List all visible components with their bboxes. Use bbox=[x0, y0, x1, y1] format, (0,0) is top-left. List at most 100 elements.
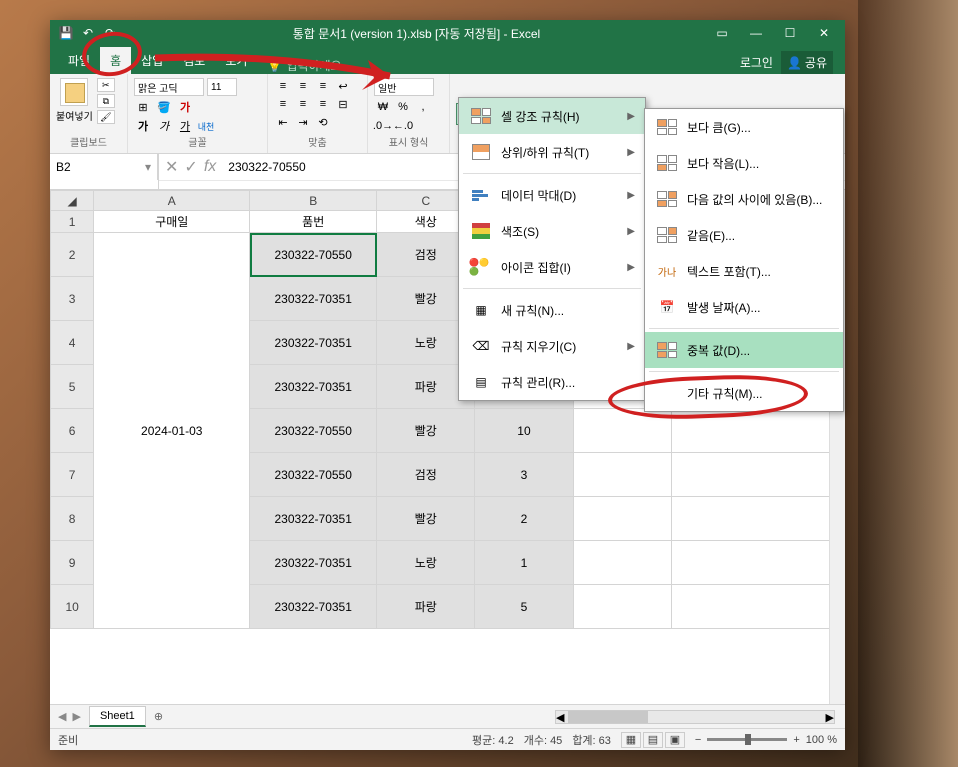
cell[interactable]: 2 bbox=[475, 497, 573, 541]
cut-icon[interactable]: ✂ bbox=[97, 78, 115, 92]
align-right-icon[interactable]: ≡ bbox=[314, 96, 332, 112]
view-normal-icon[interactable]: ▦ bbox=[621, 732, 641, 748]
cell[interactable]: 빨강 bbox=[377, 497, 475, 541]
zoom-in-icon[interactable]: + bbox=[793, 734, 799, 746]
menu-greater-than[interactable]: 보다 큼(G)... bbox=[645, 109, 843, 145]
cell[interactable]: 품번 bbox=[250, 211, 377, 233]
border-icon[interactable]: ⊞ bbox=[134, 99, 152, 115]
menu-icon-sets[interactable]: 🔴🟡🟢 아이콘 집합(I)▶ bbox=[459, 249, 645, 285]
menu-less-than[interactable]: 보다 작음(L)... bbox=[645, 145, 843, 181]
indent-inc-icon[interactable]: ⇥ bbox=[294, 114, 312, 130]
minimize-icon[interactable]: — bbox=[741, 23, 771, 43]
add-sheet-button[interactable]: ⊕ bbox=[146, 710, 171, 723]
align-center-icon[interactable]: ≡ bbox=[294, 96, 312, 112]
align-middle-icon[interactable]: ≡ bbox=[294, 78, 312, 94]
menu-more-rules[interactable]: 기타 규칙(M)... bbox=[645, 375, 843, 411]
cell[interactable]: 230322-70550 bbox=[250, 409, 377, 453]
fx-icon[interactable]: fx bbox=[204, 158, 216, 176]
format-painter-icon[interactable]: 🖌 bbox=[97, 110, 115, 124]
cell[interactable] bbox=[671, 541, 844, 585]
cell[interactable]: 10 bbox=[475, 409, 573, 453]
redo-icon[interactable]: ↷ bbox=[102, 25, 118, 41]
menu-duplicate-values[interactable]: 중복 값(D)... bbox=[645, 332, 843, 368]
wrap-text-icon[interactable]: ↩ bbox=[334, 78, 352, 94]
ribbon-options-icon[interactable]: ▭ bbox=[707, 23, 737, 43]
menu-between[interactable]: 다음 값의 사이에 있음(B)... bbox=[645, 181, 843, 217]
row-header[interactable]: 10 bbox=[51, 585, 94, 629]
cell-B2[interactable]: 230322-70550 bbox=[250, 233, 377, 277]
cell-merged-date[interactable]: 2024-01-03 bbox=[94, 233, 250, 629]
font-name-combo[interactable]: 맑은 고딕 bbox=[134, 78, 204, 96]
number-format-combo[interactable]: 일반 bbox=[374, 78, 434, 96]
tell-me[interactable]: 💡 입력하세요... bbox=[257, 57, 739, 74]
bold-button[interactable]: 가 bbox=[134, 118, 152, 134]
undo-icon[interactable]: ↶ bbox=[80, 25, 96, 41]
cell[interactable]: 230322-70351 bbox=[250, 365, 377, 409]
col-header-B[interactable]: B bbox=[250, 191, 377, 211]
col-header-A[interactable]: A bbox=[94, 191, 250, 211]
select-all-corner[interactable]: ◢ bbox=[51, 191, 94, 211]
zoom-slider[interactable] bbox=[707, 738, 787, 741]
menu-color-scales[interactable]: 색조(S)▶ bbox=[459, 213, 645, 249]
zoom-out-icon[interactable]: − bbox=[695, 734, 701, 746]
login-link[interactable]: 로그인 bbox=[740, 54, 773, 71]
menu-data-bars[interactable]: 데이터 막대(D)▶ bbox=[459, 177, 645, 213]
cell[interactable] bbox=[573, 453, 671, 497]
zoom-level[interactable]: 100 % bbox=[806, 734, 837, 746]
row-header[interactable]: 8 bbox=[51, 497, 94, 541]
view-pagebreak-icon[interactable]: ▣ bbox=[665, 732, 685, 748]
cell[interactable] bbox=[573, 409, 671, 453]
cell[interactable]: 230322-70550 bbox=[250, 453, 377, 497]
align-top-icon[interactable]: ≡ bbox=[274, 78, 292, 94]
cell[interactable]: 230322-70351 bbox=[250, 585, 377, 629]
cell[interactable]: 3 bbox=[475, 453, 573, 497]
share-button[interactable]: 👤 공유 bbox=[781, 51, 833, 74]
menu-new-rule[interactable]: ▦ 새 규칙(N)... bbox=[459, 292, 645, 328]
menu-top-bottom[interactable]: 상위/하위 규칙(T)▶ bbox=[459, 134, 645, 170]
italic-button[interactable]: 가 bbox=[155, 118, 173, 134]
view-pagelayout-icon[interactable]: ▤ bbox=[643, 732, 663, 748]
cell[interactable]: 빨강 bbox=[377, 409, 475, 453]
indent-dec-icon[interactable]: ⇤ bbox=[274, 114, 292, 130]
sheet-nav-prev-icon[interactable]: ◀ bbox=[58, 710, 66, 723]
cell[interactable]: 230322-70351 bbox=[250, 541, 377, 585]
cell[interactable] bbox=[573, 585, 671, 629]
menu-highlight-cells[interactable]: 셀 강조 규칙(H)▶ bbox=[459, 98, 645, 134]
cell[interactable] bbox=[573, 541, 671, 585]
tab-file[interactable]: 파일 bbox=[58, 47, 100, 74]
cell[interactable] bbox=[671, 453, 844, 497]
orientation-icon[interactable]: ⟲ bbox=[314, 114, 332, 130]
menu-clear-rules[interactable]: ⌫ 규칙 지우기(C)▶ bbox=[459, 328, 645, 364]
horizontal-scrollbar[interactable]: ◀▶ bbox=[171, 710, 845, 724]
underline-button[interactable]: 가 bbox=[176, 118, 194, 134]
row-header[interactable]: 2 bbox=[51, 233, 94, 277]
font-color-icon[interactable]: 가 bbox=[176, 99, 194, 115]
menu-equal-to[interactable]: 같음(E)... bbox=[645, 217, 843, 253]
row-header[interactable]: 9 bbox=[51, 541, 94, 585]
menu-text-contains[interactable]: 가나 텍스트 포함(T)... bbox=[645, 253, 843, 289]
tab-view[interactable]: 보기 bbox=[215, 47, 257, 74]
cell[interactable]: 1 bbox=[475, 541, 573, 585]
row-header[interactable]: 5 bbox=[51, 365, 94, 409]
cell[interactable]: 구매일 bbox=[94, 211, 250, 233]
row-header[interactable]: 3 bbox=[51, 277, 94, 321]
align-bottom-icon[interactable]: ≡ bbox=[314, 78, 332, 94]
name-box[interactable]: B2 ▾ bbox=[50, 154, 158, 180]
cell[interactable]: 5 bbox=[475, 585, 573, 629]
cell[interactable] bbox=[671, 585, 844, 629]
cell[interactable] bbox=[573, 497, 671, 541]
row-header[interactable]: 6 bbox=[51, 409, 94, 453]
menu-manage-rules[interactable]: ▤ 규칙 관리(R)... bbox=[459, 364, 645, 400]
inc-decimal-icon[interactable]: .0→ bbox=[374, 118, 392, 134]
cell[interactable]: 노랑 bbox=[377, 541, 475, 585]
cell[interactable]: 검정 bbox=[377, 453, 475, 497]
cell[interactable] bbox=[671, 497, 844, 541]
cancel-formula-icon[interactable]: ✕ bbox=[165, 157, 178, 177]
save-icon[interactable]: 💾 bbox=[58, 25, 74, 41]
paste-button[interactable]: 붙여넣기 bbox=[56, 78, 93, 123]
fill-color-icon[interactable]: 🪣 bbox=[155, 99, 173, 115]
tab-review[interactable]: 검토 bbox=[173, 47, 215, 74]
sheet-tab-sheet1[interactable]: Sheet1 bbox=[89, 706, 146, 727]
phonetic-icon[interactable]: 내천 bbox=[197, 118, 215, 134]
tab-insert[interactable]: 삽입 bbox=[131, 47, 173, 74]
